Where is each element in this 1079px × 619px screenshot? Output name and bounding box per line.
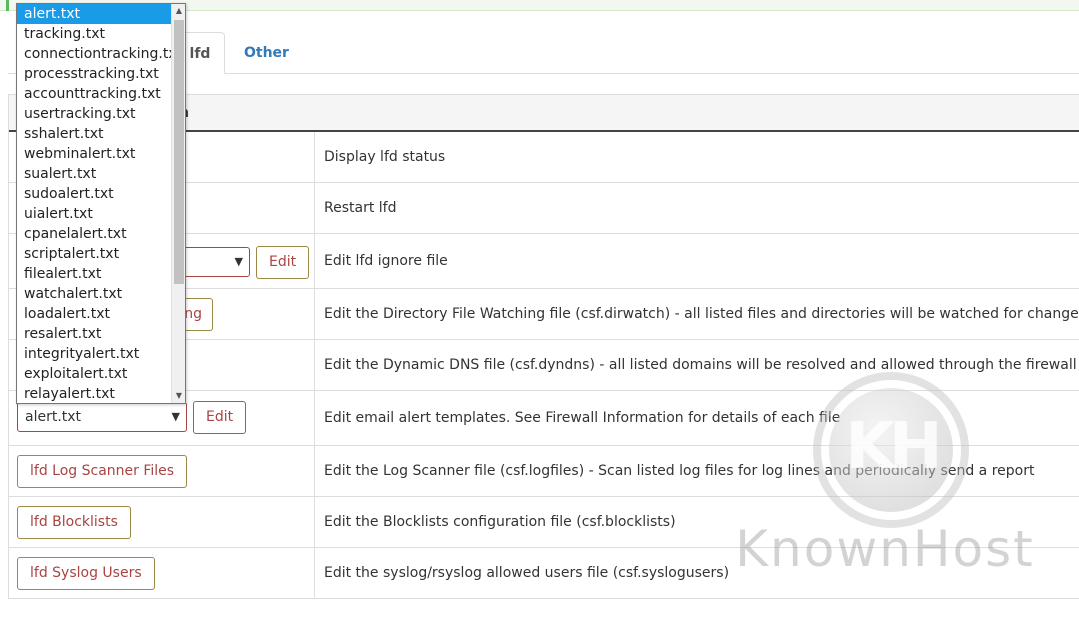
scrollbar-thumb[interactable] [174, 20, 184, 284]
row-description: Edit the Directory File Watching file (c… [324, 306, 1079, 322]
alert-template-dropdown-list[interactable]: alert.txt tracking.txt connectiontracking.… [16, 3, 186, 404]
dropdown-option[interactable]: cpanelalert.txt [17, 224, 185, 244]
alert-template-select[interactable]: alert.txt ▼ [17, 402, 187, 432]
chevron-down-icon: ▼ [171, 410, 180, 423]
row-description: Edit the Blocklists configuration file (… [324, 514, 676, 530]
chevron-down-icon: ▼ [234, 255, 243, 268]
tab-other[interactable]: Other [228, 32, 305, 74]
row-description: Edit email alert templates. See Firewall… [324, 410, 841, 426]
row-control-cell: lfd Blocklists [9, 497, 315, 547]
dropdown-option[interactable]: uialert.txt [17, 204, 185, 224]
row-description: Restart lfd [324, 200, 397, 216]
dropdown-option[interactable]: connectiontracking.txt [17, 44, 185, 64]
dropdown-option[interactable]: exploitalert.txt [17, 364, 185, 384]
dropdown-option[interactable]: sualert.txt [17, 164, 185, 184]
row-control-cell: lfd Syslog Users [9, 548, 315, 598]
edit-ignore-button[interactable]: Edit [256, 246, 310, 279]
dropdown-option[interactable]: scriptalert.txt [17, 244, 185, 264]
dropdown-option[interactable]: processtracking.txt [17, 64, 185, 84]
row-control-cell: lfd Log Scanner Files [9, 446, 315, 496]
dropdown-option[interactable]: filealert.txt [17, 264, 185, 284]
dropdown-scrollbar[interactable]: ▲ ▼ [171, 4, 185, 403]
scroll-down-arrow-icon[interactable]: ▼ [172, 389, 185, 403]
dropdown-option[interactable]: sudoalert.txt [17, 184, 185, 204]
scroll-up-arrow-icon[interactable]: ▲ [172, 4, 185, 18]
dropdown-options: alert.txt tracking.txt connectiontracking.… [17, 4, 185, 403]
ignore-file-select[interactable]: ▼ [179, 247, 250, 277]
row-description: Edit the syslog/rsyslog allowed users fi… [324, 565, 730, 581]
dropdown-option[interactable]: alert.txt [17, 4, 185, 24]
edit-alert-template-button[interactable]: Edit [193, 401, 247, 434]
alert-edge [6, 0, 9, 11]
table-row: lfd Log Scanner Files Edit the Log Scann… [9, 446, 1079, 497]
row-description: Edit the Dynamic DNS file (csf.dyndns) -… [324, 357, 1077, 373]
row-description: Display lfd status [324, 149, 446, 165]
syslog-users-button[interactable]: lfd Syslog Users [17, 557, 155, 590]
dropdown-option[interactable]: sshalert.txt [17, 124, 185, 144]
dropdown-option[interactable]: resalert.txt [17, 324, 185, 344]
blocklists-button[interactable]: lfd Blocklists [17, 506, 131, 539]
dropdown-option[interactable]: tracking.txt [17, 24, 185, 44]
log-scanner-files-button[interactable]: lfd Log Scanner Files [17, 455, 188, 488]
dropdown-option[interactable]: integrityalert.txt [17, 344, 185, 364]
table-row: lfd Blocklists Edit the Blocklists confi… [9, 497, 1079, 548]
dropdown-option[interactable]: loadalert.txt [17, 304, 185, 324]
dropdown-option[interactable]: watchalert.txt [17, 284, 185, 304]
dropdown-option[interactable]: accounttracking.txt [17, 84, 185, 104]
table-row: lfd Syslog Users Edit the syslog/rsyslog… [9, 548, 1079, 599]
dropdown-option[interactable]: relayalert.txt [17, 384, 185, 403]
alert-template-select-value: alert.txt [25, 409, 82, 425]
dropdown-option[interactable]: webminalert.txt [17, 144, 185, 164]
dropdown-option[interactable]: usertracking.txt [17, 104, 185, 124]
row-description: Edit the Log Scanner file (csf.logfiles)… [324, 463, 1035, 479]
row-description: Edit lfd ignore file [324, 253, 448, 269]
